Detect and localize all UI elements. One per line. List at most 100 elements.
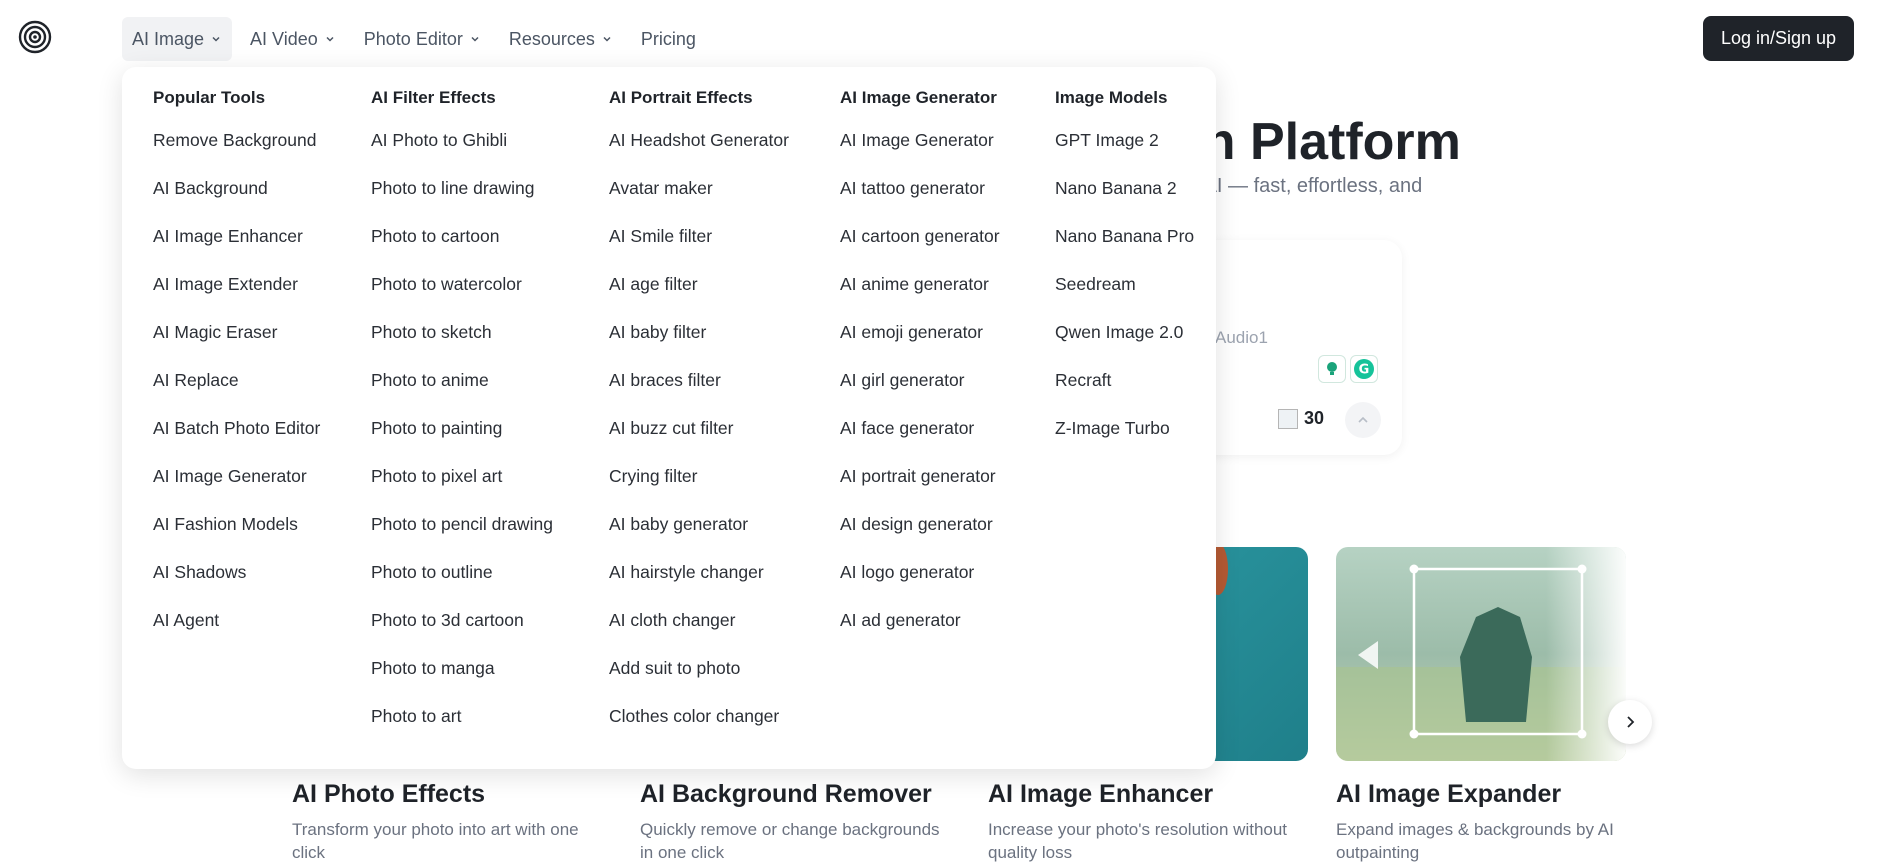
menu-item[interactable]: AI logo generator bbox=[840, 557, 1000, 605]
page: on Platform h AI — fast, effortless, and… bbox=[0, 0, 1879, 865]
menu-item[interactable]: Clothes color changer bbox=[609, 701, 789, 749]
menu-item[interactable]: Photo to pixel art bbox=[371, 461, 553, 509]
menu-list: AI Image Generator AI tattoo generator AI … bbox=[840, 125, 1000, 653]
menu-column-title: Image Models bbox=[1055, 88, 1168, 107]
menu-item[interactable]: Photo to manga bbox=[371, 653, 553, 701]
menu-item[interactable]: AI buzz cut filter bbox=[609, 413, 789, 461]
chevron-right-icon bbox=[1627, 716, 1635, 728]
menu-column-image-generator: AI Image Generator AI Image Generator AI … bbox=[840, 83, 1000, 653]
menu-item[interactable]: AI Replace bbox=[153, 365, 320, 413]
menu-item[interactable]: Z-Image Turbo bbox=[1055, 413, 1194, 461]
menu-item[interactable]: Photo to art bbox=[371, 701, 553, 749]
menu-item[interactable]: Remove Background bbox=[153, 125, 320, 173]
feature-desc-photo-effects: Transform your photo into art with one c… bbox=[292, 820, 579, 862]
menu-list: GPT Image 2 Nano Banana 2 Nano Banana Pro S… bbox=[1055, 125, 1194, 461]
menu-item[interactable]: AI Photo to Ghibli bbox=[371, 125, 553, 173]
menu-item[interactable]: Photo to watercolor bbox=[371, 269, 553, 317]
nav-photo-editor[interactable]: Photo Editor bbox=[354, 17, 491, 61]
menu-list: Remove Background AI Background AI Image E… bbox=[153, 125, 320, 653]
menu-column-title: AI Portrait Effects bbox=[609, 88, 753, 107]
menu-item[interactable]: GPT Image 2 bbox=[1055, 125, 1194, 173]
menu-item[interactable]: AI Agent bbox=[153, 605, 320, 653]
menu-item[interactable]: Add suit to photo bbox=[609, 653, 789, 701]
nav-ai-video[interactable]: AI Video bbox=[240, 17, 346, 61]
feature-title-image-expander[interactable]: AI Image Expander bbox=[1336, 780, 1561, 809]
menu-item[interactable]: AI Headshot Generator bbox=[609, 125, 789, 173]
feature-image-expander[interactable] bbox=[1336, 547, 1626, 761]
feature-title-background-remover[interactable]: AI Background Remover bbox=[640, 780, 932, 809]
menu-item[interactable]: AI hairstyle changer bbox=[609, 557, 789, 605]
feature-desc-image-enhancer: Increase your photo's resolution without… bbox=[988, 820, 1288, 862]
feature-title-image-enhancer[interactable]: AI Image Enhancer bbox=[988, 780, 1213, 809]
menu-item[interactable]: Recraft bbox=[1055, 365, 1194, 413]
feature-desc-background-remover: Quickly remove or change backgrounds in … bbox=[640, 820, 940, 862]
prompt-audio-text: Audio1 bbox=[1215, 328, 1268, 347]
menu-item[interactable]: Avatar maker bbox=[609, 173, 789, 221]
menu-item[interactable]: Crying filter bbox=[609, 461, 789, 509]
hero-subtitle: h AI — fast, effortless, and bbox=[1188, 175, 1423, 197]
menu-item[interactable]: Photo to pencil drawing bbox=[371, 509, 553, 557]
menu-list: AI Photo to Ghibli Photo to line drawing P… bbox=[371, 125, 553, 749]
menu-item[interactable]: AI anime generator bbox=[840, 269, 1000, 317]
menu-item[interactable]: AI Fashion Models bbox=[153, 509, 320, 557]
nav-pricing[interactable]: Pricing bbox=[631, 17, 706, 61]
menu-item[interactable]: Nano Banana 2 bbox=[1055, 173, 1194, 221]
menu-item[interactable]: AI Batch Photo Editor bbox=[153, 413, 320, 461]
nav-ai-image[interactable]: AI Image bbox=[122, 17, 233, 61]
menu-item[interactable]: AI Magic Eraser bbox=[153, 317, 320, 365]
menu-item[interactable]: AI cartoon generator bbox=[840, 221, 1000, 269]
menu-item[interactable]: AI design generator bbox=[840, 509, 1000, 557]
menu-item[interactable]: Seedream bbox=[1055, 269, 1194, 317]
menu-column-popular-tools: Popular Tools Remove Background AI Backgr… bbox=[153, 83, 320, 653]
carousel-next-button[interactable] bbox=[1608, 700, 1652, 744]
menu-item[interactable]: AI baby generator bbox=[609, 509, 789, 557]
menu-item[interactable]: AI Smile filter bbox=[609, 221, 789, 269]
menu-item[interactable]: Nano Banana Pro bbox=[1055, 221, 1194, 269]
nav-resources[interactable]: Resources bbox=[499, 17, 623, 61]
spiral-logo-icon[interactable] bbox=[18, 20, 52, 54]
menu-item[interactable]: AI portrait generator bbox=[840, 461, 1000, 509]
feature-desc-image-expander: Expand images & backgrounds by AI outpai… bbox=[1336, 820, 1614, 862]
menu-item[interactable]: AI Image Enhancer bbox=[153, 221, 320, 269]
menu-column-title: AI Image Generator bbox=[840, 88, 997, 107]
menu-item[interactable]: Photo to outline bbox=[371, 557, 553, 605]
menu-item[interactable]: Photo to 3d cartoon bbox=[371, 605, 553, 653]
menu-item[interactable]: AI age filter bbox=[609, 269, 789, 317]
nav-label: Photo Editor bbox=[363, 28, 463, 49]
menu-item[interactable]: AI braces filter bbox=[609, 365, 789, 413]
menu-column-image-models: Image Models GPT Image 2 Nano Banana 2 Nan… bbox=[1055, 83, 1194, 461]
svg-text:G: G bbox=[1359, 363, 1370, 378]
menu-column-filter-effects: AI Filter Effects AI Photo to Ghibli Phot… bbox=[371, 83, 553, 749]
feature-title-photo-effects[interactable]: AI Photo Effects bbox=[292, 780, 485, 809]
menu-item[interactable]: AI Background bbox=[153, 173, 320, 221]
menu-item[interactable]: Photo to cartoon bbox=[371, 221, 553, 269]
menu-item[interactable]: Photo to painting bbox=[371, 413, 553, 461]
menu-item[interactable]: Photo to anime bbox=[371, 365, 553, 413]
bulb-icon[interactable] bbox=[1318, 355, 1346, 383]
menu-item[interactable]: Photo to line drawing bbox=[371, 173, 553, 221]
credit-image-icon bbox=[1278, 408, 1298, 429]
credit-counter: 30 bbox=[1278, 408, 1324, 429]
menu-column-portrait-effects: AI Portrait Effects AI Headshot Generato… bbox=[609, 83, 789, 749]
menu-item[interactable]: AI Shadows bbox=[153, 557, 320, 605]
prompt-tool-icons: G bbox=[1318, 355, 1378, 383]
menu-item[interactable]: AI ad generator bbox=[840, 605, 1000, 653]
menu-item[interactable]: AI Image Extender bbox=[153, 269, 320, 317]
grammarly-icon[interactable]: G bbox=[1350, 355, 1378, 383]
menu-item[interactable]: AI cloth changer bbox=[609, 605, 789, 653]
menu-item[interactable]: AI face generator bbox=[840, 413, 1000, 461]
menu-item[interactable]: Photo to sketch bbox=[371, 317, 553, 365]
menu-item[interactable]: AI baby filter bbox=[609, 317, 789, 365]
nav-label: Pricing bbox=[640, 28, 696, 49]
menu-item[interactable]: AI Image Generator bbox=[840, 125, 1000, 173]
menu-item[interactable]: AI tattoo generator bbox=[840, 173, 1000, 221]
submit-button[interactable] bbox=[1345, 402, 1381, 438]
chevron-up-icon bbox=[1358, 416, 1368, 423]
login-signup-button[interactable]: Log in/Sign up bbox=[1703, 16, 1854, 61]
menu-item[interactable]: AI Image Generator bbox=[153, 461, 320, 509]
menu-column-title: Popular Tools bbox=[153, 88, 266, 107]
menu-item[interactable]: Qwen Image 2.0 bbox=[1055, 317, 1194, 365]
menu-item[interactable]: AI emoji generator bbox=[840, 317, 1000, 365]
menu-item[interactable]: AI girl generator bbox=[840, 365, 1000, 413]
nav-label: AI Image bbox=[132, 28, 205, 49]
